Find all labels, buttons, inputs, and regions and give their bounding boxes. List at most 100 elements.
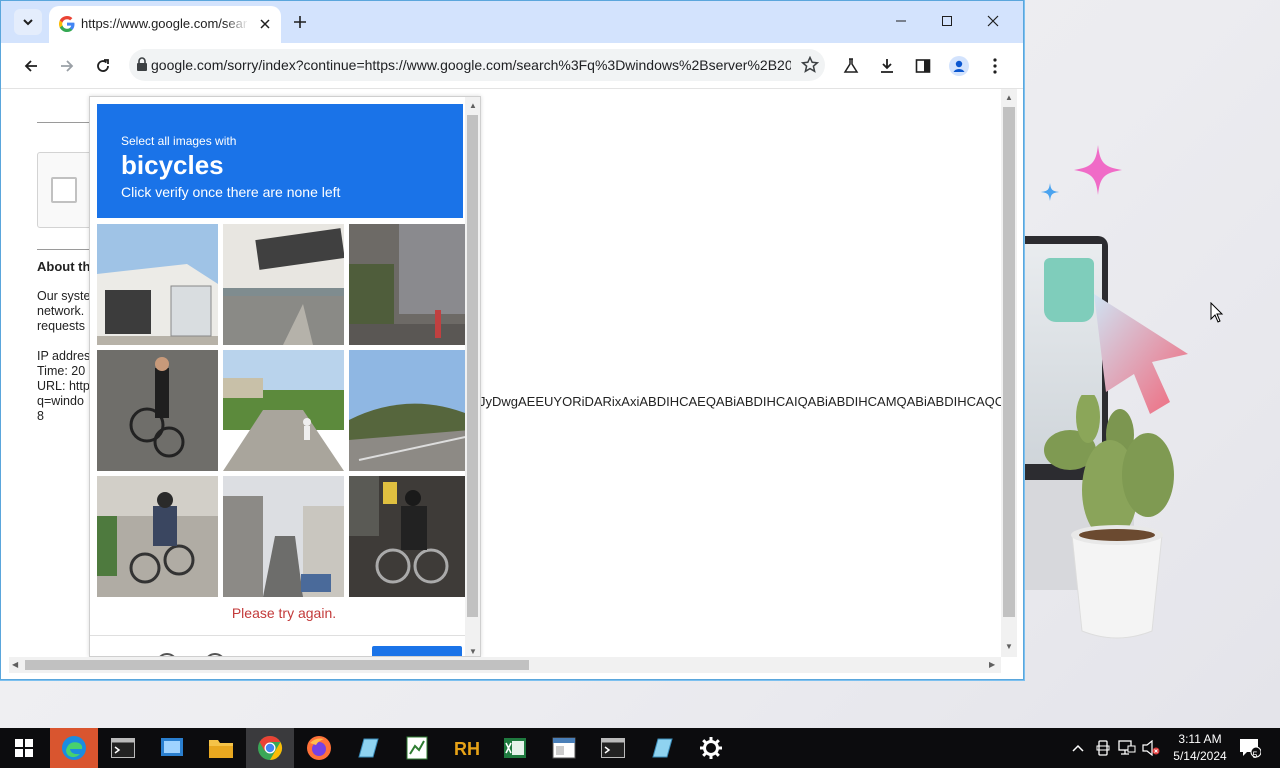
terminal-icon	[111, 738, 135, 758]
image-tile-highway-sign[interactable]	[223, 224, 344, 345]
divider	[37, 122, 97, 123]
close-window-button[interactable]	[975, 7, 1011, 35]
image-tile-cyclist-street[interactable]	[97, 476, 218, 597]
device-icon	[1096, 740, 1110, 756]
tray-chevron[interactable]	[1068, 728, 1088, 768]
scroll-down-arrow[interactable]: ▼	[1005, 642, 1013, 651]
about-heading: About th	[37, 259, 91, 274]
info-line: 8	[37, 409, 44, 423]
taskbar-edge[interactable]	[50, 728, 98, 768]
side-panel-icon	[915, 59, 931, 73]
cactus-plant-icon	[1044, 395, 1174, 639]
control-panel-icon	[161, 738, 183, 756]
menu-button[interactable]	[981, 52, 1009, 80]
taskbar-settings[interactable]	[687, 728, 735, 768]
taskbar: RH 3:11 AM 5/14/2024 5	[0, 728, 1280, 768]
scroll-down-arrow[interactable]: ▼	[469, 647, 477, 656]
taskbar-rh-app[interactable]: RH	[442, 728, 490, 768]
image-tile-road-sky[interactable]	[349, 350, 470, 471]
action-center-button[interactable]	[1236, 728, 1264, 768]
taskbar-file-explorer-app[interactable]	[148, 728, 196, 768]
tab-close-button[interactable]	[255, 14, 275, 34]
recaptcha-challenge: Select all images with bicycles Click ve…	[89, 96, 481, 657]
challenge-header: Select all images with bicycles Click ve…	[97, 104, 463, 218]
tray-network[interactable]	[1116, 728, 1138, 768]
minimize-button[interactable]	[883, 7, 919, 35]
browser-window: https://www.google.com/sear google.com/s…	[0, 0, 1024, 680]
about-line: network.	[37, 304, 85, 318]
downloads-button[interactable]	[873, 52, 901, 80]
vertical-scrollbar[interactable]: ▲ ▼	[1001, 89, 1017, 657]
reload-icon	[97, 59, 109, 72]
recaptcha-widget	[37, 152, 97, 228]
image-tile-road-with-pedestrian[interactable]	[223, 350, 344, 471]
start-button[interactable]	[0, 728, 48, 768]
tab-title: https://www.google.com/sear	[81, 16, 248, 31]
close-icon	[260, 19, 270, 29]
plus-icon	[294, 16, 306, 28]
scroll-right-arrow[interactable]: ▶	[989, 660, 995, 669]
back-button[interactable]	[17, 52, 45, 80]
info-line: IP addres	[37, 349, 91, 363]
system-clock[interactable]: 3:11 AM 5/14/2024	[1160, 731, 1240, 765]
firefox-icon	[307, 736, 331, 760]
divider	[90, 635, 480, 636]
challenge-scrollbar[interactable]: ▲ ▼	[465, 97, 480, 656]
taskbar-folder[interactable]	[197, 728, 245, 768]
forward-arrow-icon	[61, 60, 74, 72]
new-tab-button[interactable]	[289, 11, 311, 33]
notepad-icon	[358, 738, 379, 758]
forward-button[interactable]	[53, 52, 81, 80]
horizontal-scroll-thumb[interactable]	[25, 660, 529, 670]
star-icon[interactable]	[801, 56, 819, 74]
info-line: Time: 20	[37, 364, 86, 378]
horizontal-scrollbar[interactable]: ◀ ▶	[9, 657, 1001, 673]
tab-search-button[interactable]	[14, 9, 42, 35]
taskbar-firefox[interactable]	[295, 728, 343, 768]
taskbar-spreadsheet[interactable]	[393, 728, 441, 768]
clock-date: 5/14/2024	[1173, 749, 1227, 763]
taskbar-window-app[interactable]	[540, 728, 588, 768]
sparkle-blue-icon	[1041, 183, 1059, 201]
url-text: google.com/sorry/index?continue=https://…	[151, 57, 791, 73]
side-panel-button[interactable]	[909, 52, 937, 80]
tab-strip: https://www.google.com/sear	[1, 1, 1023, 43]
recaptcha-checkbox[interactable]	[51, 177, 77, 203]
maximize-button[interactable]	[929, 7, 965, 35]
image-tile-cyclist-night[interactable]	[349, 476, 470, 597]
chevron-down-icon	[23, 19, 33, 26]
image-tile-person-with-bicycle[interactable]	[97, 350, 218, 471]
taskbar-chrome[interactable]	[246, 728, 294, 768]
taskbar-terminal-2[interactable]	[589, 728, 637, 768]
labs-button[interactable]	[837, 52, 865, 80]
browser-tab[interactable]: https://www.google.com/sear	[49, 6, 281, 43]
chevron-up-icon	[1072, 744, 1084, 752]
taskbar-notepad[interactable]	[344, 728, 392, 768]
address-bar[interactable]: google.com/sorry/index?continue=https://…	[129, 49, 825, 81]
profile-button[interactable]	[945, 52, 973, 80]
taskbar-excel[interactable]	[491, 728, 539, 768]
chrome-icon	[258, 736, 283, 760]
volume-muted-icon	[1142, 740, 1160, 756]
challenge-scroll-thumb[interactable]	[467, 115, 478, 617]
tray-volume[interactable]	[1140, 728, 1162, 768]
scroll-up-arrow[interactable]: ▲	[1005, 93, 1013, 102]
lock-icon[interactable]	[136, 57, 148, 71]
scroll-left-arrow[interactable]: ◀	[12, 660, 18, 669]
image-tile-narrow-street[interactable]	[223, 476, 344, 597]
reload-button[interactable]	[89, 52, 117, 80]
image-tile-tall-building-street[interactable]	[349, 224, 470, 345]
google-icon	[59, 16, 75, 32]
vertical-scroll-thumb[interactable]	[1003, 107, 1015, 617]
taskbar-terminal[interactable]	[99, 728, 147, 768]
taskbar-notepad-2[interactable]	[638, 728, 686, 768]
back-arrow-icon	[24, 60, 37, 72]
tray-device[interactable]	[1092, 728, 1114, 768]
about-line: requests	[37, 319, 85, 333]
image-tile-street-building[interactable]	[97, 224, 218, 345]
folder-icon	[209, 740, 233, 758]
info-line: q=windo	[37, 394, 84, 408]
verify-button[interactable]	[372, 646, 462, 656]
mug-decoration	[1044, 258, 1094, 322]
scroll-up-arrow[interactable]: ▲	[469, 101, 477, 110]
